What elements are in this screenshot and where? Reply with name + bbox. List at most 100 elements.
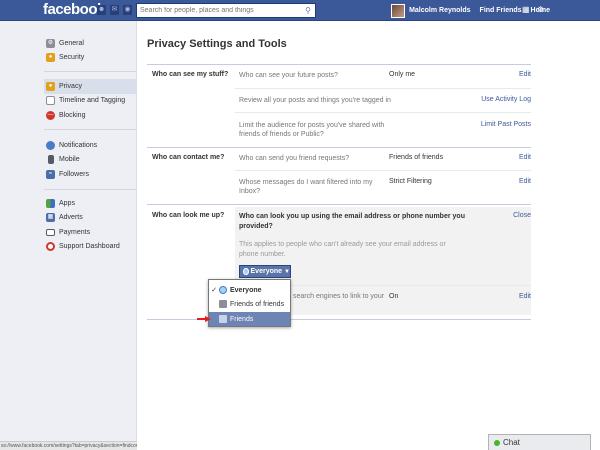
chat-label: Chat: [503, 438, 520, 447]
sidebar-item-adverts[interactable]: ▦ Adverts: [44, 211, 137, 226]
section-label-look-up: Who can look me up?: [152, 212, 225, 219]
caret-down-icon: ▼: [284, 268, 290, 275]
nav-group-notifications: Notifications Mobile ≈ Followers: [44, 138, 137, 182]
setting-question: search engines to link to your: [293, 293, 385, 300]
user-name: Malcolm Reynolds: [409, 7, 471, 14]
sidebar-item-label: Blocking: [59, 111, 86, 119]
section-divider: [147, 204, 531, 205]
avatar: [391, 3, 406, 18]
section-divider: [147, 147, 531, 148]
top-bar: facebook ☻ ✉ ◉ ⚲ Malcolm Reynolds Find F…: [0, 0, 600, 21]
online-indicator-icon: [494, 439, 500, 446]
timeline-icon: [46, 96, 55, 106]
dropdown-option-friends-of-friends[interactable]: Friends of friends: [209, 297, 290, 311]
sidebar-item-label: Support Dashboard: [59, 243, 120, 251]
setting-question: Limit the audience for posts you've shar…: [239, 122, 385, 138]
sidebar-divider: [44, 129, 137, 130]
sidebar-item-payments[interactable]: Payments: [44, 225, 137, 240]
card-icon: [46, 228, 55, 236]
sidebar-item-notifications[interactable]: Notifications: [44, 138, 137, 153]
sidebar-item-support-dashboard[interactable]: Support Dashboard: [44, 240, 137, 255]
edit-link[interactable]: Edit: [519, 178, 531, 185]
sidebar-item-label: Timeline and Tagging: [59, 97, 126, 105]
globe-icon: [46, 140, 55, 150]
apps-icon: [46, 198, 55, 208]
section-label-see-stuff: Who can see my stuff?: [152, 71, 229, 78]
row-divider: [235, 112, 531, 113]
search-box: ⚲: [136, 3, 316, 18]
setting-question: Whose messages do I want filtered into m…: [239, 179, 373, 195]
block-icon: —: [46, 110, 55, 120]
audience-selected-label: Everyone: [250, 268, 283, 275]
jewel-icons: ☻ ✉ ◉: [97, 5, 132, 15]
sidebar-item-privacy[interactable]: ● Privacy: [44, 79, 137, 94]
sidebar-item-label: Mobile: [59, 156, 80, 164]
friends-icon: [219, 315, 227, 323]
dropdown-option-label: Friends of friends: [230, 300, 285, 308]
setting-value: Friends of friends: [389, 154, 444, 161]
sidebar-divider: [44, 189, 137, 190]
settings-gear-icon[interactable]: ⚙: [537, 5, 544, 14]
setting-question: Who can send you friend requests?: [239, 155, 350, 162]
expanded-question: Who can look you up using the email addr…: [239, 213, 465, 230]
setting-question: Review all your posts and things you're …: [239, 97, 391, 104]
audience-selector-button[interactable]: Everyone ▼: [239, 265, 291, 278]
gear-icon: ⚙: [46, 38, 55, 48]
setting-value: Only me: [389, 71, 416, 78]
adverts-icon: ▦: [46, 213, 55, 223]
sidebar-item-mobile[interactable]: Mobile: [44, 153, 137, 168]
sidebar-item-label: General: [59, 39, 84, 47]
setting-question: Who can see your future posts?: [239, 72, 338, 79]
nav-group-account: ⚙ General ● Security: [44, 36, 137, 65]
close-link[interactable]: Close: [513, 212, 531, 219]
sidebar-divider: [44, 71, 137, 72]
dropdown-option-friends[interactable]: Friends: [209, 312, 290, 326]
sidebar-item-followers[interactable]: ≈ Followers: [44, 167, 137, 182]
browser-status-bar: ss://www.facebook.com/settings?tab=priva…: [0, 441, 137, 450]
privacy-lock-icon: ●: [46, 81, 55, 91]
sidebar-item-label: Apps: [59, 199, 75, 207]
profile-link[interactable]: Malcolm Reynolds: [391, 3, 471, 18]
sidebar-item-general[interactable]: ⚙ General: [44, 36, 137, 51]
expanded-note: This applies to people who can't already…: [239, 241, 446, 258]
audience-dropdown-menu: ✓ Everyone Friends of friends Friends: [208, 279, 291, 327]
use-activity-log-link[interactable]: Use Activity Log: [481, 96, 531, 103]
nav-group-apps: Apps ▦ Adverts Payments Support Dashboar…: [44, 196, 137, 254]
sidebar-item-security[interactable]: ● Security: [44, 51, 137, 66]
notifications-icon[interactable]: ◉: [123, 5, 132, 15]
sidebar-item-blocking[interactable]: — Blocking: [44, 108, 137, 123]
edit-link[interactable]: Edit: [519, 293, 531, 300]
edit-link[interactable]: Edit: [519, 71, 531, 78]
friends-of-friends-icon: [219, 300, 227, 308]
facebook-logo[interactable]: facebook: [43, 1, 105, 18]
messages-icon[interactable]: ✉: [110, 5, 119, 15]
search-icon[interactable]: ⚲: [301, 4, 315, 17]
sidebar-item-label: Privacy: [59, 82, 82, 90]
search-input[interactable]: [137, 4, 297, 17]
setting-value: Strict Filtering: [389, 178, 432, 185]
dropdown-option-label: Friends: [230, 315, 254, 323]
phone-icon: [47, 155, 54, 165]
limit-past-posts-link[interactable]: Limit Past Posts: [481, 121, 531, 128]
checkmark-icon: ✓: [211, 287, 217, 294]
sidebar-item-label: Notifications: [59, 141, 98, 149]
globe-icon: [219, 286, 227, 294]
sidebar-item-apps[interactable]: Apps: [44, 196, 137, 211]
find-friends-link[interactable]: Find Friends: [480, 7, 522, 14]
nav-group-privacy: ● Privacy Timeline and Tagging — Blockin…: [44, 79, 137, 123]
lock-icon: ●: [46, 53, 55, 63]
sidebar-item-label: Adverts: [59, 214, 83, 222]
sidebar-item-label: Payments: [59, 228, 91, 236]
privacy-shortcuts-icon[interactable]: ▦: [522, 5, 530, 14]
dropdown-option-label: Everyone: [230, 286, 262, 294]
section-divider: [147, 64, 531, 65]
dropdown-option-everyone[interactable]: ✓ Everyone: [209, 283, 290, 297]
row-divider: [235, 88, 531, 89]
sidebar-item-timeline-tagging[interactable]: Timeline and Tagging: [44, 94, 137, 109]
edit-link[interactable]: Edit: [519, 154, 531, 161]
rss-icon: ≈: [46, 169, 55, 179]
globe-icon: [243, 268, 249, 275]
chat-bar[interactable]: Chat: [488, 434, 591, 450]
red-arrow-icon: [197, 316, 211, 322]
friend-requests-icon[interactable]: ☻: [97, 5, 106, 15]
